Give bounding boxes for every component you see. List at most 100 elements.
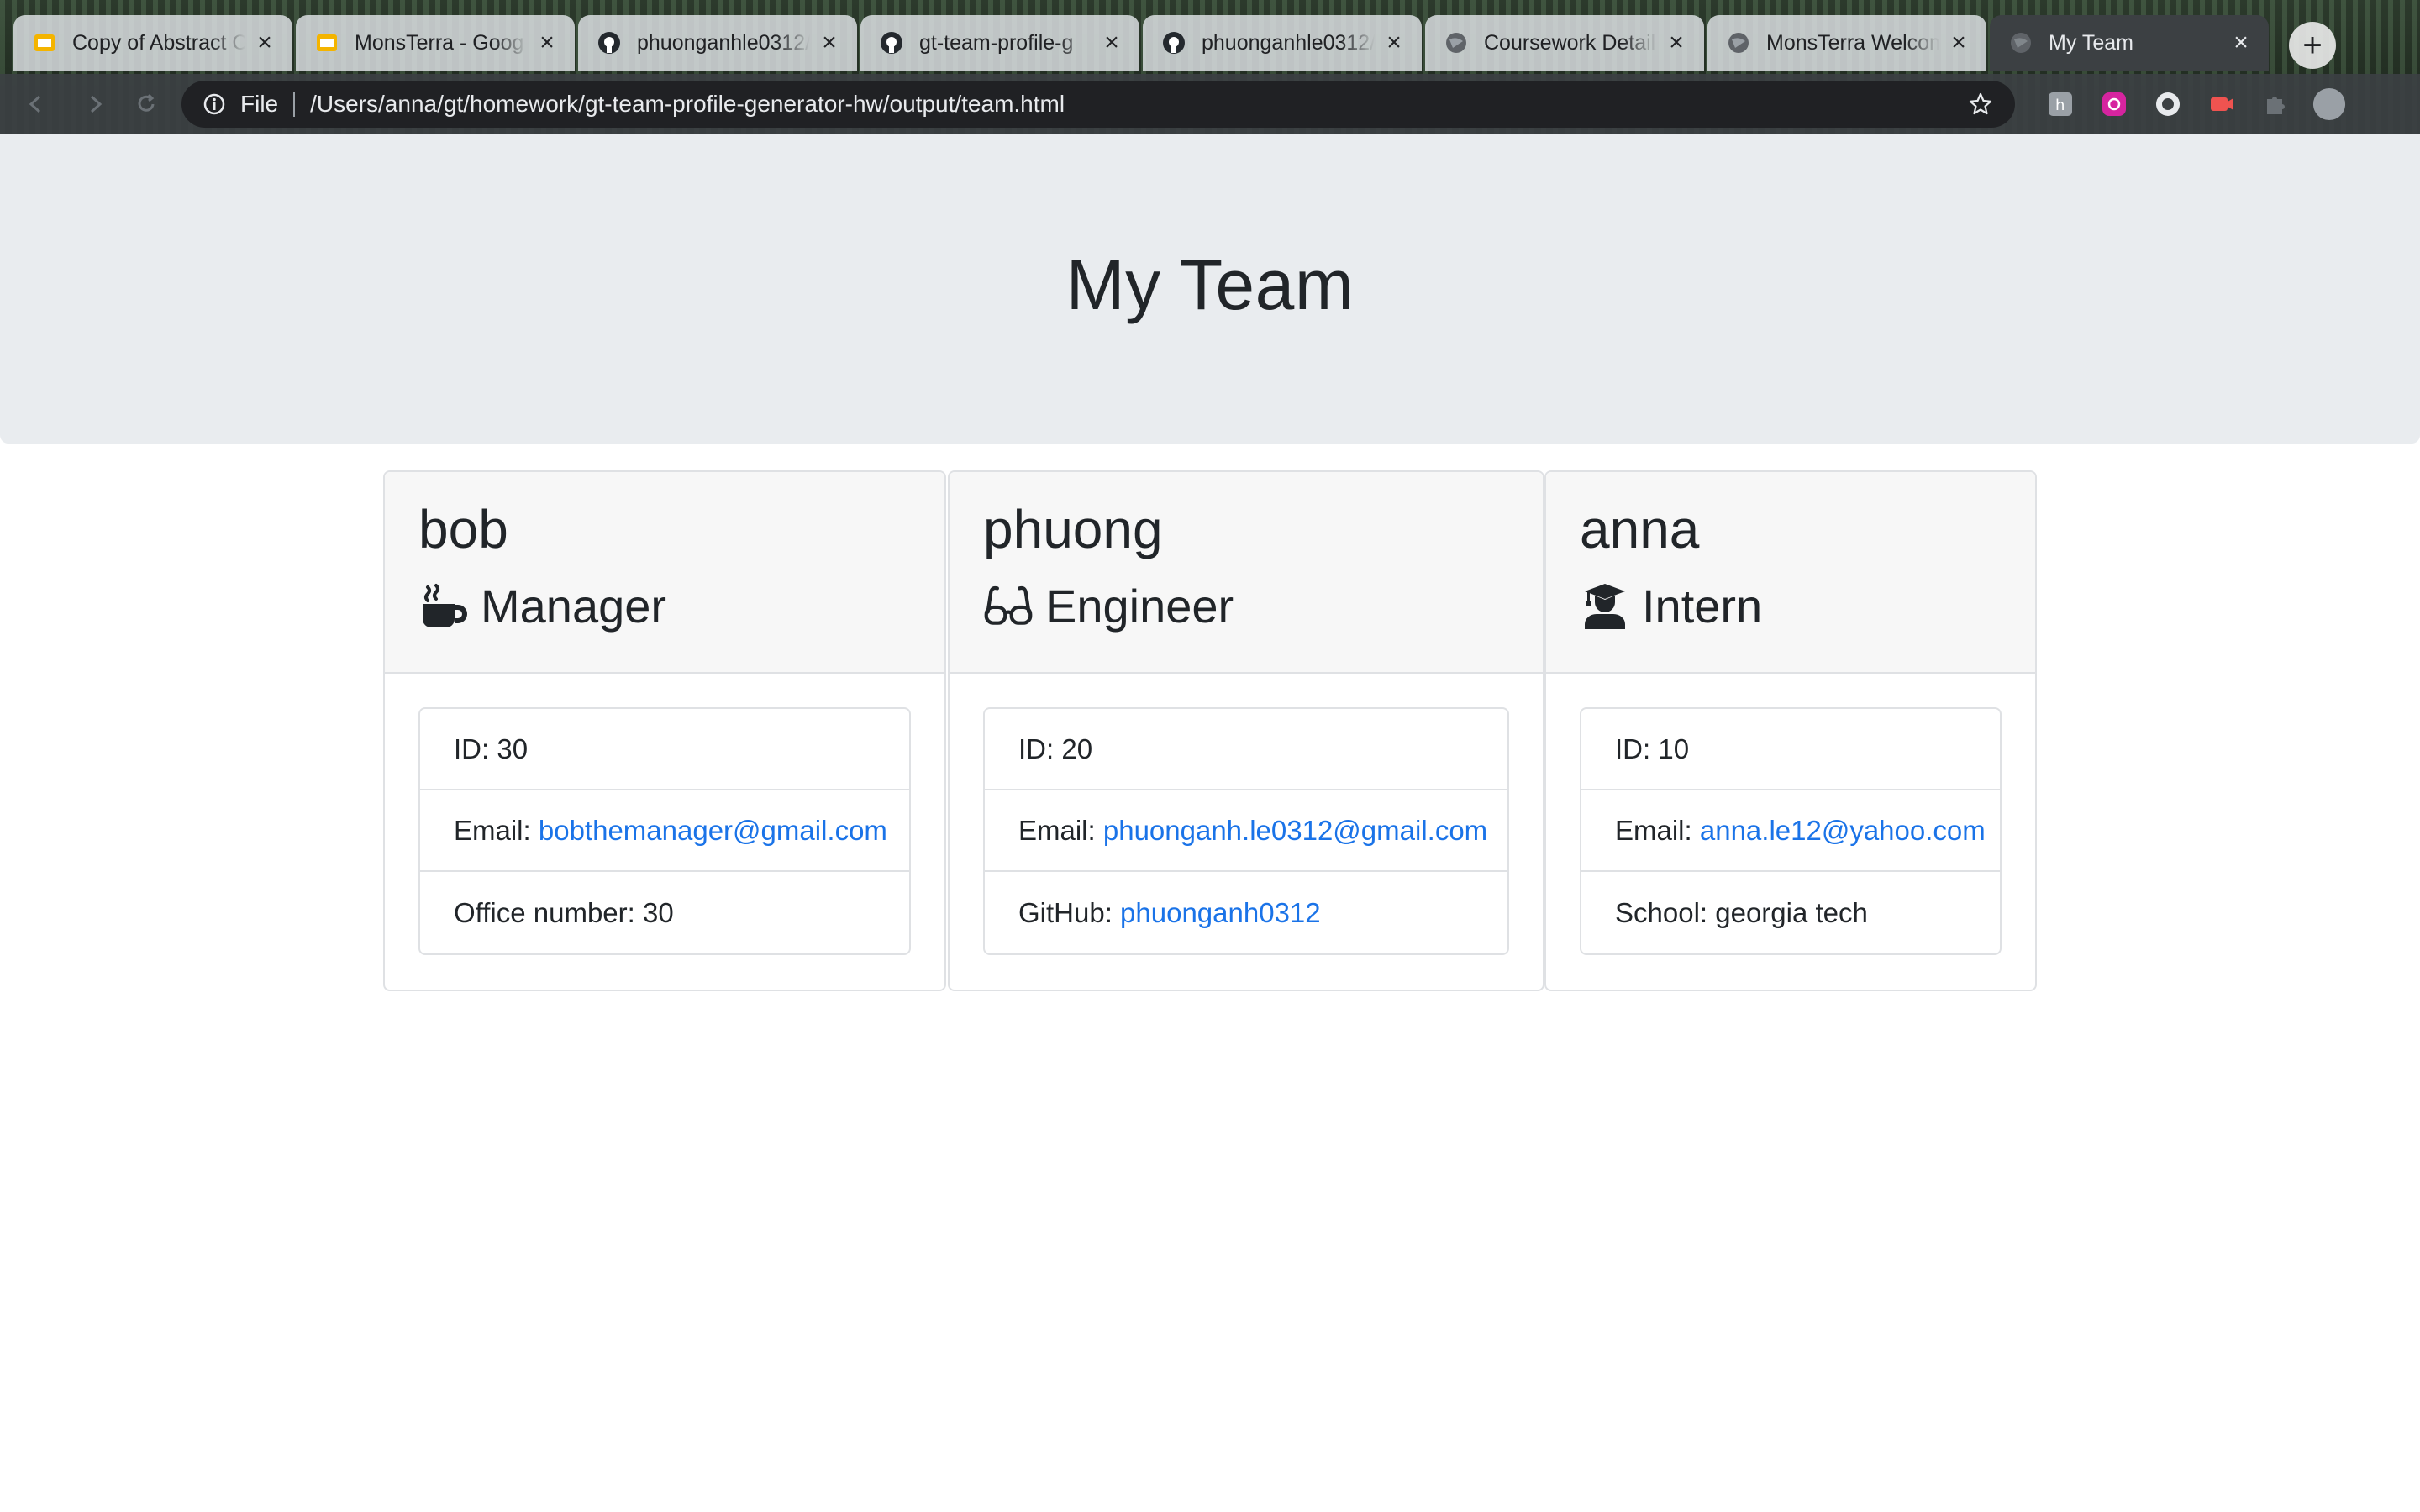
profile-avatar[interactable] bbox=[2312, 87, 2346, 121]
employee-card-engineer: phuong Engineer ID: 20 Email: phuonganh.… bbox=[948, 470, 1544, 991]
back-arrow-icon[interactable] bbox=[20, 89, 50, 119]
card-header: bob Manager bbox=[385, 472, 944, 674]
employee-id: ID: 10 bbox=[1581, 709, 2000, 790]
employee-name: anna bbox=[1580, 499, 1700, 559]
office-value: 30 bbox=[643, 896, 674, 928]
close-icon[interactable]: × bbox=[1381, 30, 1407, 55]
id-text: ID: 20 bbox=[1018, 732, 1093, 764]
tab-github-profile[interactable]: phuonganhle0312/ × bbox=[578, 15, 857, 71]
github-icon bbox=[1161, 30, 1186, 55]
github-prefix: GitHub: bbox=[1018, 896, 1121, 928]
new-tab-button[interactable]: + bbox=[2289, 22, 2336, 69]
globe-icon bbox=[1726, 30, 1751, 55]
close-icon[interactable]: × bbox=[252, 30, 277, 55]
office-prefix: Office number: bbox=[454, 896, 643, 928]
card-body: ID: 10 Email: anna.le12@yahoo.com School… bbox=[1546, 674, 2035, 989]
tab-github-repo[interactable]: gt-team-profile-g × bbox=[860, 15, 1139, 71]
slides-icon bbox=[32, 30, 57, 55]
tab-title: My Team bbox=[2049, 30, 2133, 55]
employee-details-list: ID: 10 Email: anna.le12@yahoo.com School… bbox=[1580, 707, 2002, 955]
tab-title: phuonganhle0312/ bbox=[1202, 30, 1375, 55]
email-prefix: Email: bbox=[1615, 814, 1700, 846]
close-icon[interactable]: × bbox=[1946, 30, 1971, 55]
tab-title: Coursework Detail bbox=[1484, 30, 1656, 55]
address-divider bbox=[293, 92, 296, 117]
extension-video-icon[interactable] bbox=[2205, 87, 2238, 121]
employee-email: Email: phuonganh.le0312@gmail.com bbox=[985, 790, 1507, 872]
card-body: ID: 30 Email: bobthemanager@gmail.com Of… bbox=[385, 674, 944, 989]
card-body: ID: 20 Email: phuonganh.le0312@gmail.com… bbox=[950, 674, 1543, 989]
employee-role: Intern bbox=[1580, 581, 2002, 632]
employee-role: Manager bbox=[418, 581, 911, 632]
employee-name: phuong bbox=[983, 499, 1163, 559]
graduate-icon bbox=[1580, 581, 1630, 632]
browser-chrome: Copy of Abstract C × MonsTerra - Goog × … bbox=[0, 0, 2420, 134]
email-link[interactable]: bobthemanager@gmail.com bbox=[539, 815, 887, 847]
address-scheme: File bbox=[240, 91, 279, 117]
email-link[interactable]: anna.le12@yahoo.com bbox=[1700, 815, 1986, 847]
tab-title: phuonganhle0312/ bbox=[637, 30, 810, 55]
card-header: phuong Engineer bbox=[950, 472, 1543, 674]
role-label: Manager bbox=[481, 580, 667, 633]
tab-title: gt-team-profile-g bbox=[919, 30, 1074, 55]
globe-icon bbox=[1444, 30, 1469, 55]
email-prefix: Email: bbox=[454, 814, 539, 846]
github-icon bbox=[597, 30, 622, 55]
close-icon[interactable]: × bbox=[1664, 30, 1689, 55]
slides-icon bbox=[314, 30, 339, 55]
header-jumbotron: My Team bbox=[0, 134, 2420, 444]
puzzle-piece-icon[interactable] bbox=[2259, 87, 2292, 121]
info-icon[interactable] bbox=[202, 92, 227, 117]
page-title: My Team bbox=[1065, 244, 1355, 324]
role-label: Engineer bbox=[1045, 580, 1234, 633]
coffee-mug-icon bbox=[418, 581, 469, 632]
reload-icon[interactable] bbox=[131, 89, 161, 119]
address-url[interactable]: /Users/anna/gt/homework/gt-team-profile-… bbox=[310, 91, 1966, 118]
extension-h-icon[interactable]: h bbox=[2044, 87, 2077, 121]
email-link[interactable]: phuonganh.le0312@gmail.com bbox=[1103, 815, 1487, 847]
email-prefix: Email: bbox=[1018, 814, 1103, 846]
employee-email: Email: bobthemanager@gmail.com bbox=[420, 790, 909, 872]
tab-github-profile-2[interactable]: phuonganhle0312/ × bbox=[1143, 15, 1422, 71]
school-value: georgia tech bbox=[1715, 896, 1868, 928]
bookmark-star-icon[interactable] bbox=[1966, 90, 1995, 118]
id-text: ID: 30 bbox=[454, 732, 529, 764]
github-link[interactable]: phuonganh0312 bbox=[1120, 897, 1321, 929]
employee-id: ID: 20 bbox=[985, 709, 1507, 790]
tab-my-team[interactable]: My Team × bbox=[1990, 15, 2269, 71]
tab-monsterra-google[interactable]: MonsTerra - Goog × bbox=[296, 15, 575, 71]
employee-card-intern: anna Intern ID: 10 Email: anna.le12@yaho… bbox=[1544, 470, 2037, 991]
tab-strip: Copy of Abstract C × MonsTerra - Goog × … bbox=[0, 12, 2420, 72]
employee-card-manager: bob Manager ID: 30 Email: bobthemanager@… bbox=[383, 470, 946, 991]
close-icon[interactable]: × bbox=[534, 30, 560, 55]
employee-email: Email: anna.le12@yahoo.com bbox=[1581, 790, 2000, 872]
employee-id: ID: 30 bbox=[420, 709, 909, 790]
glasses-icon bbox=[983, 581, 1034, 632]
svg-text:h: h bbox=[2055, 97, 2065, 114]
tab-coursework-detail[interactable]: Coursework Detail × bbox=[1425, 15, 1704, 71]
tab-copy-of-abstract[interactable]: Copy of Abstract C × bbox=[13, 15, 292, 71]
employee-details-list: ID: 30 Email: bobthemanager@gmail.com Of… bbox=[418, 707, 911, 955]
school-prefix: School: bbox=[1615, 896, 1716, 928]
employee-github: GitHub: phuonganh0312 bbox=[985, 872, 1507, 953]
employee-school: School: georgia tech bbox=[1581, 872, 2000, 953]
globe-icon bbox=[2008, 30, 2033, 55]
tab-title: MonsTerra - Goog bbox=[355, 30, 524, 55]
github-icon bbox=[879, 30, 904, 55]
extension-circle-icon[interactable] bbox=[2151, 87, 2185, 121]
employee-role: Engineer bbox=[983, 581, 1509, 632]
instagram-icon[interactable] bbox=[2097, 87, 2131, 121]
card-header: anna Intern bbox=[1546, 472, 2035, 674]
close-icon[interactable]: × bbox=[2228, 30, 2254, 55]
tab-title: Copy of Abstract C bbox=[72, 30, 245, 55]
forward-arrow-icon[interactable] bbox=[81, 89, 111, 119]
employee-details-list: ID: 20 Email: phuonganh.le0312@gmail.com… bbox=[983, 707, 1509, 955]
employee-name: bob bbox=[418, 499, 508, 559]
id-text: ID: 10 bbox=[1615, 732, 1690, 764]
close-icon[interactable]: × bbox=[1099, 30, 1124, 55]
tab-monsterra-welcome[interactable]: MonsTerra Welcom × bbox=[1707, 15, 1986, 71]
close-icon[interactable]: × bbox=[817, 30, 842, 55]
address-bar[interactable]: File /Users/anna/gt/homework/gt-team-pro… bbox=[182, 81, 2015, 128]
tab-title: MonsTerra Welcom bbox=[1766, 30, 1939, 55]
employee-office-number: Office number: 30 bbox=[420, 872, 909, 953]
